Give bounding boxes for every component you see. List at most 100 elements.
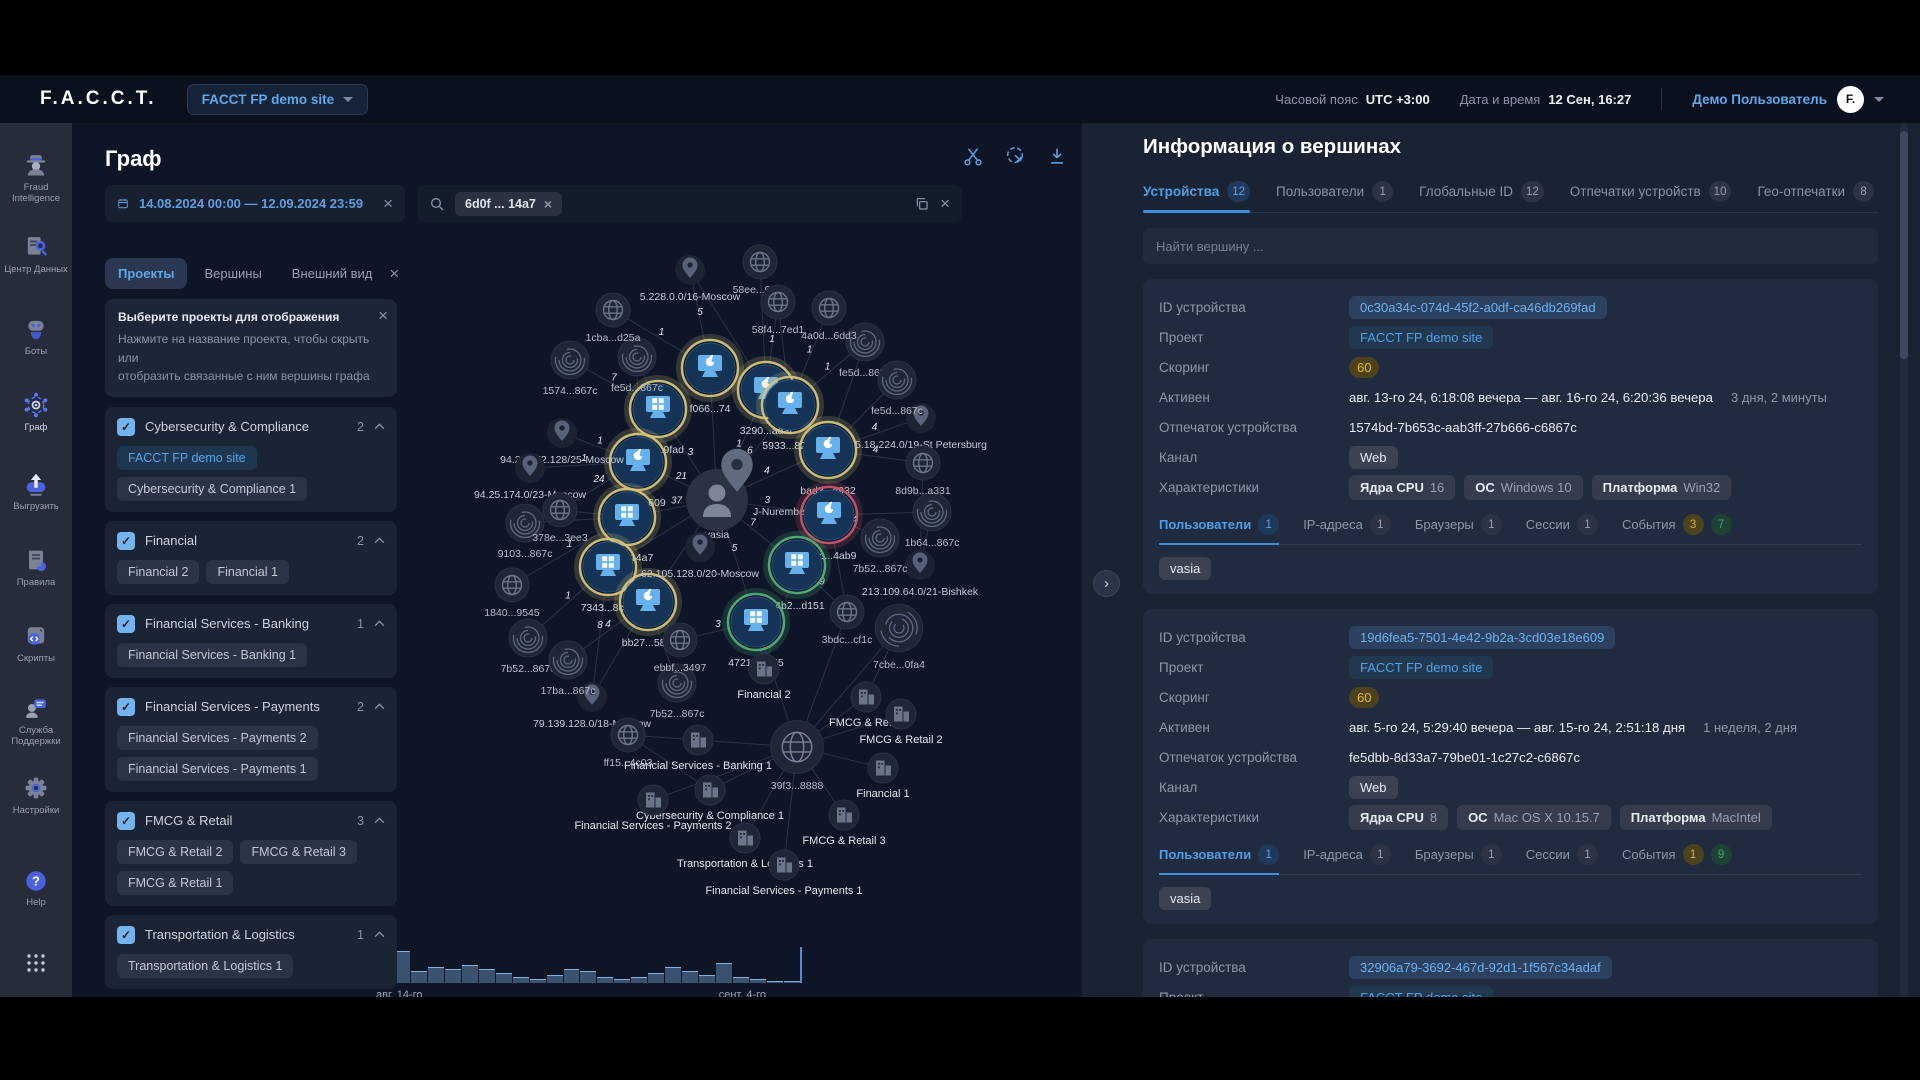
sidebar-item-graph[interactable]: Граф — [0, 391, 72, 433]
tab-projects[interactable]: Проекты — [105, 258, 187, 289]
project-count: 2 — [357, 420, 364, 434]
project-selector[interactable]: FACCT FP demo site — [187, 84, 369, 115]
cut-edges-icon[interactable] — [962, 145, 984, 167]
project-tag[interactable]: Financial Services - Payments 2 — [117, 726, 318, 750]
sidebar-item-fraud-intelligence[interactable]: Fraud Intelligence — [0, 151, 72, 205]
subtab-browsers[interactable]: Браузеры1 — [1415, 844, 1502, 874]
subtab-sessions[interactable]: Сессии1 — [1526, 844, 1598, 874]
project-name[interactable]: Transportation & Logistics — [145, 927, 295, 942]
device-subtabs: Пользователи1 IP-адреса1 Браузеры1 Сесси… — [1159, 844, 1862, 875]
subtab-users[interactable]: Пользователи1 — [1159, 514, 1279, 544]
project-tag[interactable]: Financial 2 — [117, 560, 199, 584]
subtab-sessions[interactable]: Сессии1 — [1526, 514, 1598, 544]
project-checkbox[interactable]: ✓ — [117, 812, 135, 830]
tab-vertices[interactable]: Вершины — [191, 258, 274, 289]
subtab-events[interactable]: События37 — [1622, 514, 1732, 544]
tab-global-ids[interactable]: Глобальные ID 12 — [1419, 181, 1544, 212]
project-tag[interactable]: Financial Services - Banking 1 — [117, 643, 307, 667]
device-id-pill[interactable]: 19d6fea5-7501-4e42-9b2a-3cd03e18e609 — [1349, 626, 1615, 649]
project-tag[interactable]: Cybersecurity & Compliance 1 — [117, 477, 307, 501]
project-tag[interactable]: FMCG & Retail 2 — [117, 840, 233, 864]
subtab-users[interactable]: Пользователи1 — [1159, 844, 1279, 874]
graph-search-bar[interactable]: 6d0f ... 14a7 × × — [417, 185, 962, 222]
remove-tag-button[interactable]: × — [544, 197, 552, 211]
char-chip: ОСMac OS X 10.15.7 — [1457, 805, 1611, 830]
subtab-ip[interactable]: IP-адреса1 — [1303, 844, 1391, 874]
sidebar-item-export[interactable]: Выгрузить — [0, 470, 72, 512]
subtab-browsers[interactable]: Браузеры1 — [1415, 514, 1502, 544]
user-chip[interactable]: vasia — [1159, 887, 1211, 910]
chevron-up-icon[interactable] — [374, 703, 385, 710]
sidebar-item-bots[interactable]: Боты — [0, 315, 72, 357]
project-name[interactable]: Cybersecurity & Compliance — [145, 419, 309, 434]
svg-text:378e...3ee3: 378e...3ee3 — [532, 532, 588, 544]
hint-title: Выберите проекты для отображения — [118, 310, 371, 324]
sidebar-item-data-center[interactable]: Центр Данных — [0, 233, 72, 275]
project-checkbox[interactable]: ✓ — [117, 615, 135, 633]
expand-panel-button[interactable]: › — [1093, 570, 1120, 597]
sidebar-item-help[interactable]: ? Help — [0, 868, 72, 908]
device-id-pill[interactable]: 0c30a34c-074d-45f2-a0df-ca46db269fad — [1349, 296, 1607, 319]
project-name[interactable]: Financial — [145, 533, 197, 548]
tab-devices[interactable]: Устройства 12 — [1143, 181, 1250, 212]
svg-text:Financial Services - Banking 1: Financial Services - Banking 1 — [624, 760, 772, 772]
project-pill[interactable]: FACCT FP demo site — [1349, 656, 1493, 679]
clear-date-button[interactable]: × — [383, 195, 393, 212]
project-name[interactable]: Financial Services - Payments — [145, 699, 320, 714]
user-chip[interactable]: vasia — [1159, 557, 1211, 580]
svg-text:Financial 2: Financial 2 — [737, 689, 790, 701]
user-name: Демо Пользователь — [1692, 92, 1827, 107]
project-tag[interactable]: FMCG & Retail 1 — [117, 871, 233, 895]
tab-appearance[interactable]: Внешний вид — [279, 258, 386, 289]
apps-grid-button[interactable] — [0, 951, 72, 978]
chevron-up-icon[interactable] — [374, 423, 385, 430]
svg-text:4a0d...6dd3: 4a0d...6dd3 — [801, 330, 857, 342]
sidebar-item-settings[interactable]: Настройки — [0, 774, 72, 816]
date-range-picker[interactable]: 14.08.2024 00:00 — 12.09.2024 23:59 × — [105, 185, 405, 222]
project-tag[interactable]: Financial Services - Payments 1 — [117, 757, 318, 781]
project-pill[interactable]: FACCT FP demo site — [1349, 986, 1493, 998]
project-tag[interactable]: FMCG & Retail 3 — [240, 840, 356, 864]
clear-search-button[interactable]: × — [940, 195, 950, 212]
sidebar-item-support[interactable]: Служба Поддержки — [0, 694, 72, 748]
project-name[interactable]: Financial Services - Banking — [145, 616, 309, 631]
project-pill[interactable]: FACCT FP demo site — [1349, 326, 1493, 349]
close-hint-button[interactable]: × — [378, 307, 388, 324]
panel-scrollbar-thumb[interactable] — [1900, 131, 1908, 359]
lasso-select-icon[interactable] — [1004, 145, 1026, 167]
close-filter-panel-button[interactable]: × — [389, 265, 399, 282]
project-tag[interactable]: Transportation & Logistics 1 — [117, 954, 293, 978]
spy-icon — [22, 151, 50, 179]
copy-icon[interactable] — [914, 196, 930, 212]
chevron-up-icon[interactable] — [374, 931, 385, 938]
svg-text:7b52...867c: 7b52...867c — [853, 563, 908, 575]
project-checkbox[interactable]: ✓ — [117, 418, 135, 436]
tab-users[interactable]: Пользователи 1 — [1276, 181, 1393, 212]
project-checkbox[interactable]: ✓ — [117, 532, 135, 550]
device-id-pill[interactable]: 32906a79-3692-467d-92d1-1f567c34adaf — [1349, 956, 1612, 979]
project-count: 2 — [357, 534, 364, 548]
timeline-histogram[interactable]: авг. 14-го сент. 4-го — [394, 947, 806, 991]
project-tag[interactable]: Financial 1 — [206, 560, 288, 584]
chevron-up-icon[interactable] — [374, 620, 385, 627]
svg-text:7b52...867c: 7b52...867c — [501, 663, 556, 675]
project-checkbox[interactable]: ✓ — [117, 926, 135, 944]
subtab-ip[interactable]: IP-адреса1 — [1303, 514, 1391, 544]
subtab-events[interactable]: События19 — [1622, 844, 1732, 874]
sidebar-item-rules[interactable]: Правила — [0, 546, 72, 588]
tab-geo-fingerprints[interactable]: Гео-отпечатки 8 — [1757, 181, 1874, 212]
chevron-up-icon[interactable] — [374, 537, 385, 544]
timeline-end-label: сент. 4-го — [719, 989, 766, 997]
vertex-search-input[interactable] — [1143, 228, 1878, 264]
project-checkbox[interactable]: ✓ — [117, 698, 135, 716]
user-menu[interactable]: Демо Пользователь F. — [1692, 86, 1884, 113]
svg-text:5: 5 — [732, 543, 738, 554]
graph-node: 1b64...867c — [905, 493, 960, 549]
download-icon[interactable] — [1046, 145, 1068, 167]
tab-device-fingerprints[interactable]: Отпечатки устройств 10 — [1570, 181, 1732, 212]
sidebar-item-scripts[interactable]: Скрипты — [0, 622, 72, 664]
search-tag[interactable]: 6d0f ... 14a7 × — [455, 192, 562, 216]
project-name[interactable]: FMCG & Retail — [145, 813, 232, 828]
project-tag[interactable]: FACCT FP demo site — [117, 446, 257, 470]
chevron-up-icon[interactable] — [374, 817, 385, 824]
